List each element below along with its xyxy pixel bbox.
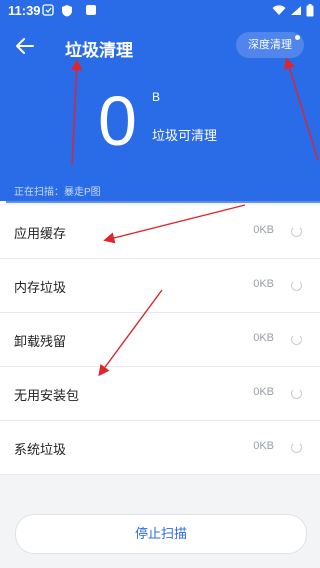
list-item-label: 无用安装包 (14, 388, 80, 403)
list-item-size: 0KB (253, 332, 274, 344)
battery-icon (306, 4, 314, 20)
list-item-size: 0KB (253, 224, 274, 236)
wifi-icon (272, 5, 286, 19)
app-notification-icon (85, 4, 97, 19)
loading-spinner-icon (291, 280, 302, 291)
deep-clean-label: 深度清理 (248, 39, 292, 51)
signal-icon (290, 5, 302, 19)
list-item-size: 0KB (253, 278, 274, 290)
loading-spinner-icon (291, 226, 302, 237)
loading-spinner-icon (291, 334, 302, 345)
list-item-size: 0KB (253, 440, 274, 452)
header: 11:39 垃圾清理 深度清理 0 B 垃圾可清理 正在扫描：暴走P图 (0, 0, 320, 204)
scan-progress-bar (0, 201, 320, 204)
loading-spinner-icon (291, 442, 302, 453)
junk-size-value: 0 (98, 82, 137, 160)
list-item-label: 应用缓存 (14, 226, 67, 241)
new-dot-badge (295, 35, 300, 40)
page-title: 垃圾清理 (65, 41, 133, 60)
list-item-app-cache[interactable]: 应用缓存 0KB (0, 205, 320, 259)
list-item-uninstall-residue[interactable]: 卸载残留 0KB (0, 313, 320, 367)
status-time: 11:39 (8, 3, 41, 18)
scan-progress-fill (0, 201, 7, 204)
scanning-status: 正在扫描：暴走P图 (14, 187, 101, 198)
list-item-size: 0KB (253, 386, 274, 398)
status-right-icons (272, 4, 314, 20)
deep-clean-button[interactable]: 深度清理 (236, 32, 304, 58)
junk-size-unit: B (152, 90, 161, 104)
list-item-memory-junk[interactable]: 内存垃圾 0KB (0, 259, 320, 313)
back-arrow-icon[interactable] (13, 34, 37, 58)
loading-spinner-icon (291, 388, 302, 399)
shield-icon (61, 4, 73, 20)
junk-caption: 垃圾可清理 (152, 128, 218, 143)
status-bar: 11:39 (0, 0, 320, 24)
list-item-label: 内存垃圾 (14, 280, 67, 295)
list-item-label: 系统垃圾 (14, 442, 67, 457)
list-item-label: 卸载残留 (14, 334, 67, 349)
stop-scan-button[interactable]: 停止扫描 (15, 514, 307, 554)
notification-icon (42, 4, 54, 19)
list-item-useless-apk[interactable]: 无用安装包 0KB (0, 367, 320, 421)
junk-category-list: 应用缓存 0KB 内存垃圾 0KB 卸载残留 0KB 无用安装包 0KB 系统垃… (0, 205, 320, 475)
list-item-system-junk[interactable]: 系统垃圾 0KB (0, 421, 320, 475)
